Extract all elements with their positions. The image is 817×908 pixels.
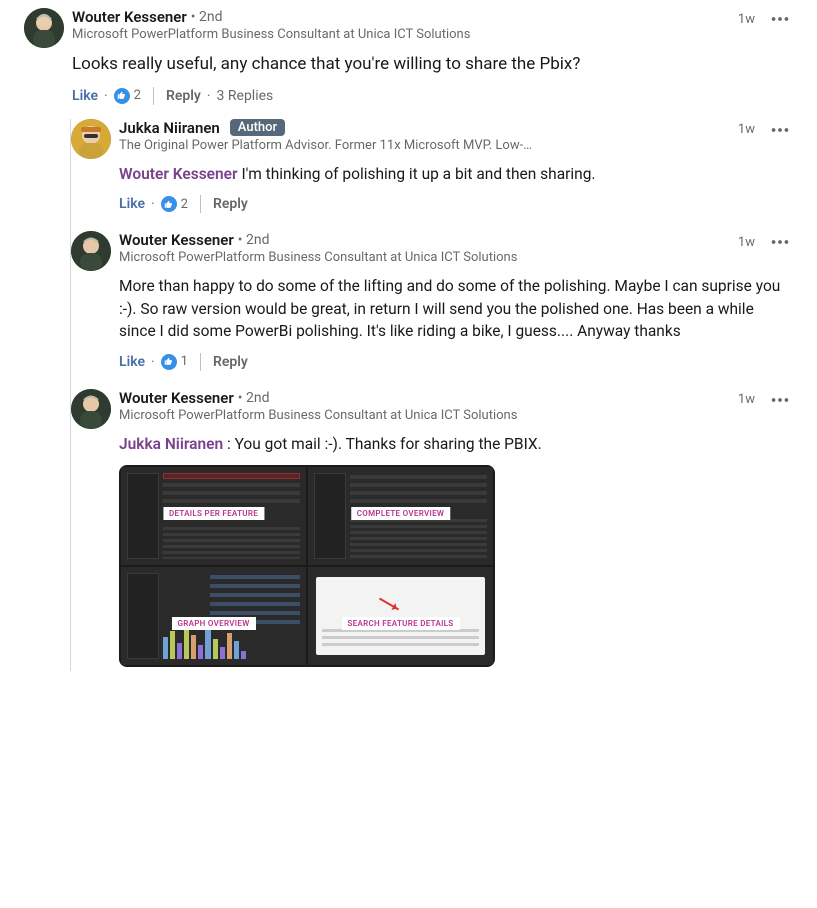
mention[interactable]: Wouter Kessener bbox=[119, 165, 238, 183]
reply: Wouter Kessener • 2nd Microsoft PowerPla… bbox=[71, 389, 793, 667]
like-button[interactable]: Like bbox=[72, 88, 98, 104]
reactions-pill[interactable]: 2 bbox=[114, 88, 141, 104]
reply: Wouter Kessener • 2nd Microsoft PowerPla… bbox=[71, 231, 793, 370]
comment-header-row: Wouter Kessener • 2nd Microsoft PowerPla… bbox=[24, 8, 793, 105]
author-badge: Author bbox=[230, 119, 285, 136]
reply-button[interactable]: Reply bbox=[213, 354, 248, 370]
divider bbox=[153, 87, 154, 105]
connection-degree: • 2nd bbox=[238, 232, 270, 248]
dash-label: SEARCH FEATURE DETAILS bbox=[342, 617, 460, 630]
more-icon[interactable] bbox=[767, 389, 793, 411]
thumb-icon bbox=[114, 88, 130, 104]
more-icon[interactable] bbox=[767, 231, 793, 253]
thumb-icon bbox=[161, 196, 177, 212]
dash-label: GRAPH OVERVIEW bbox=[171, 617, 255, 630]
dashboard-quad-4: SEARCH FEATURE DETAILS bbox=[308, 567, 493, 665]
avatar[interactable] bbox=[71, 389, 111, 429]
timestamp: 1w bbox=[738, 12, 755, 27]
like-button[interactable]: Like bbox=[119, 196, 145, 212]
comment-body: More than happy to do some of the liftin… bbox=[119, 275, 793, 342]
like-button[interactable]: Like bbox=[119, 354, 145, 370]
comment-body: Jukka Niiranen : You got mail :-). Thank… bbox=[119, 433, 793, 455]
more-icon[interactable] bbox=[767, 119, 793, 141]
timestamp: 1w bbox=[738, 122, 755, 137]
dash-label: COMPLETE OVERVIEW bbox=[351, 507, 451, 520]
author-subtitle: The Original Power Platform Advisor. For… bbox=[119, 138, 639, 153]
reply-button[interactable]: Reply bbox=[166, 88, 201, 104]
comment-body: Looks really useful, any chance that you… bbox=[72, 52, 793, 77]
author-subtitle: Microsoft PowerPlatform Business Consult… bbox=[119, 250, 639, 265]
author-subtitle: Microsoft PowerPlatform Business Consult… bbox=[119, 408, 639, 423]
connection-degree: • 2nd bbox=[191, 9, 223, 25]
author-subtitle: Microsoft PowerPlatform Business Consult… bbox=[72, 27, 592, 42]
mention[interactable]: Jukka Niiranen bbox=[119, 435, 223, 453]
reactions-pill[interactable]: 2 bbox=[161, 196, 188, 212]
author-name[interactable]: Wouter Kessener bbox=[119, 389, 234, 407]
reply-button[interactable]: Reply bbox=[213, 196, 248, 212]
connection-degree: • 2nd bbox=[238, 390, 270, 406]
comment-main: Wouter Kessener • 2nd Microsoft PowerPla… bbox=[72, 8, 793, 105]
reactions-count: 2 bbox=[134, 88, 141, 103]
dashboard-quad-1: DETAILS PER FEATURE bbox=[121, 467, 306, 565]
author-name[interactable]: Jukka Niiranen bbox=[119, 119, 220, 137]
dashboard-quad-3: GRAPH OVERVIEW bbox=[121, 567, 306, 665]
dashboard-quad-2: COMPLETE OVERVIEW bbox=[308, 467, 493, 565]
reply: Jukka Niiranen Author The Original Power… bbox=[71, 119, 793, 213]
avatar[interactable] bbox=[71, 231, 111, 271]
attachment-image[interactable]: DETAILS PER FEATURE COMPLETE OVERVIEW bbox=[119, 465, 495, 667]
comment-body: Wouter Kessener I'm thinking of polishin… bbox=[119, 163, 793, 185]
replies-container: Jukka Niiranen Author The Original Power… bbox=[70, 119, 793, 671]
reactions-count: 1 bbox=[181, 354, 188, 369]
reactions-count: 2 bbox=[181, 197, 188, 212]
body-text: : You got mail :-). Thanks for sharing t… bbox=[223, 435, 542, 453]
avatar[interactable] bbox=[71, 119, 111, 159]
timestamp: 1w bbox=[738, 392, 755, 407]
author-block[interactable]: Wouter Kessener • 2nd Microsoft PowerPla… bbox=[72, 8, 730, 42]
timestamp: 1w bbox=[738, 235, 755, 250]
more-icon[interactable] bbox=[767, 8, 793, 30]
author-block[interactable]: Wouter Kessener • 2nd Microsoft PowerPla… bbox=[119, 389, 730, 423]
comment-root: Wouter Kessener • 2nd Microsoft PowerPla… bbox=[24, 8, 793, 671]
avatar[interactable] bbox=[24, 8, 64, 48]
thumb-icon bbox=[161, 354, 177, 370]
replies-count[interactable]: 3 Replies bbox=[217, 88, 274, 104]
body-text: I'm thinking of polishing it up a bit an… bbox=[238, 165, 596, 183]
comment-actions: Like · 2 Reply · 3 Replies bbox=[72, 87, 793, 105]
author-name[interactable]: Wouter Kessener bbox=[119, 231, 234, 249]
reactions-pill[interactable]: 1 bbox=[161, 354, 188, 370]
author-name[interactable]: Wouter Kessener bbox=[72, 8, 187, 26]
author-block[interactable]: Wouter Kessener • 2nd Microsoft PowerPla… bbox=[119, 231, 730, 265]
dash-label: DETAILS PER FEATURE bbox=[163, 507, 264, 520]
author-block[interactable]: Jukka Niiranen Author The Original Power… bbox=[119, 119, 730, 153]
comment-header: Wouter Kessener • 2nd Microsoft PowerPla… bbox=[72, 8, 793, 42]
